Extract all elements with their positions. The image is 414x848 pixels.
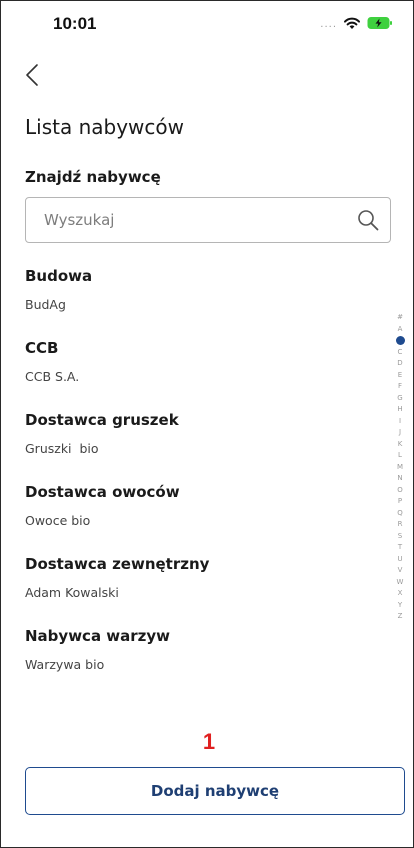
list-item[interactable]: Dostawca zewnętrzny Adam Kowalski	[25, 553, 365, 625]
alphabet-letter[interactable]: #	[393, 312, 407, 324]
alphabet-letter-label: #	[397, 313, 403, 321]
wifi-icon	[343, 15, 361, 34]
list-item[interactable]: Budowa BudAg	[25, 265, 365, 337]
alphabet-letter[interactable]: O	[393, 485, 407, 497]
alphabet-letter-label: P	[397, 497, 403, 505]
alphabet-letter-label: Q	[397, 508, 403, 517]
signal-dots: ....	[320, 19, 337, 30]
alphabet-letter[interactable]: T	[393, 542, 407, 554]
page-title: Lista nabywców	[25, 115, 184, 139]
alphabet-letter[interactable]: H	[393, 404, 407, 416]
alphabet-letter-label: O	[397, 485, 403, 494]
alphabet-letter[interactable]: M	[393, 462, 407, 474]
alphabet-letter[interactable]: U	[393, 554, 407, 566]
alphabet-letter-label: U	[397, 554, 403, 563]
alphabet-letter-label: G	[397, 393, 403, 402]
alphabet-letter[interactable]: L	[393, 450, 407, 462]
list-item[interactable]: Nabywca warzyw Warzywa bio	[25, 625, 365, 697]
alphabet-letter[interactable]: E	[393, 370, 407, 382]
alphabet-letter[interactable]: C	[393, 347, 407, 359]
alphabet-index[interactable]: # A B C D E F G H I J K L M N O P Q R S T U V W X Y Z	[393, 312, 407, 623]
buyer-subtitle: Owoce bio	[25, 513, 91, 528]
list-item[interactable]: CCB CCB S.A.	[25, 337, 365, 409]
alphabet-letter-label: V	[397, 566, 403, 574]
alphabet-letter[interactable]: A	[393, 324, 407, 336]
alphabet-letter-label: R	[397, 520, 403, 528]
battery-charging-icon	[367, 15, 393, 34]
alphabet-letter[interactable]: F	[393, 381, 407, 393]
back-button[interactable]	[25, 59, 55, 95]
chevron-left-icon	[25, 63, 39, 91]
buyer-subtitle: Warzywa bio	[25, 657, 105, 672]
alphabet-letter[interactable]: Z	[393, 611, 407, 623]
buyer-name: Dostawca zewnętrzny	[25, 555, 210, 573]
search-label: Znajdź nabywcę	[25, 168, 161, 186]
buyer-name: Dostawca owoców	[25, 483, 180, 501]
alphabet-letter[interactable]: S	[393, 531, 407, 543]
search-field	[25, 197, 391, 243]
status-icons: ....	[320, 15, 393, 34]
alphabet-letter[interactable]: D	[393, 358, 407, 370]
alphabet-letter-label: C	[397, 347, 403, 356]
buyer-subtitle: CCB S.A.	[25, 369, 80, 384]
alphabet-letter[interactable]: I	[393, 416, 407, 428]
alphabet-letter[interactable]: B	[393, 335, 407, 347]
alphabet-letter[interactable]: K	[393, 439, 407, 451]
buyer-list: Budowa BudAg CCB CCB S.A. Dostawca grusz…	[25, 265, 365, 697]
alphabet-letter-label: Y	[397, 600, 403, 609]
buyer-subtitle: Gruszki bio	[25, 441, 99, 456]
alphabet-letter[interactable]: J	[393, 427, 407, 439]
alphabet-letter-label: W	[396, 577, 404, 586]
alphabet-letter[interactable]: R	[393, 519, 407, 531]
alphabet-letter-label: L	[398, 451, 402, 459]
alphabet-letter-label: B	[395, 336, 405, 346]
alphabet-letter[interactable]: V	[393, 565, 407, 577]
alphabet-letter-label: T	[397, 543, 403, 551]
list-item[interactable]: Dostawca gruszek Gruszki bio	[25, 409, 365, 481]
alphabet-letter[interactable]: P	[393, 496, 407, 508]
status-bar: 10:01 ....	[1, 1, 413, 49]
buyer-name: Nabywca warzyw	[25, 627, 171, 645]
search-input[interactable]	[38, 198, 350, 242]
alphabet-letter-label: F	[397, 382, 403, 390]
alphabet-letter[interactable]: N	[393, 473, 407, 485]
step-marker: 1	[202, 729, 216, 754]
alphabet-letter[interactable]: Q	[393, 508, 407, 520]
alphabet-letter-label: S	[397, 531, 403, 540]
buyer-subtitle: BudAg	[25, 297, 66, 312]
phone-screen: 10:01 .... Lista nabywców Znajdź nabywcę…	[0, 0, 414, 848]
alphabet-letter-label: Z	[397, 612, 403, 620]
alphabet-letter-label: K	[397, 439, 403, 448]
status-time: 10:01	[53, 14, 97, 33]
alphabet-letter[interactable]: Y	[393, 600, 407, 612]
buyer-name: Dostawca gruszek	[25, 411, 179, 429]
alphabet-letter[interactable]: W	[393, 577, 407, 589]
buyer-name: CCB	[25, 339, 59, 357]
alphabet-letter-label: J	[398, 428, 402, 436]
alphabet-letter-label: E	[397, 370, 403, 379]
add-buyer-button[interactable]: Dodaj nabywcę	[25, 767, 405, 815]
alphabet-letter-label: A	[397, 324, 403, 333]
alphabet-letter[interactable]: G	[393, 393, 407, 405]
alphabet-letter-label: X	[397, 589, 403, 597]
search-icon[interactable]	[356, 208, 380, 232]
alphabet-letter-label: I	[398, 416, 402, 425]
alphabet-letter[interactable]: X	[393, 588, 407, 600]
list-item[interactable]: Dostawca owoców Owoce bio	[25, 481, 365, 553]
alphabet-letter-label: H	[397, 405, 403, 413]
alphabet-letter-label: N	[397, 474, 403, 482]
buyer-name: Budowa	[25, 267, 93, 285]
buyer-subtitle: Adam Kowalski	[25, 585, 119, 600]
alphabet-letter-label: M	[396, 462, 404, 471]
alphabet-letter-label: D	[397, 359, 403, 367]
